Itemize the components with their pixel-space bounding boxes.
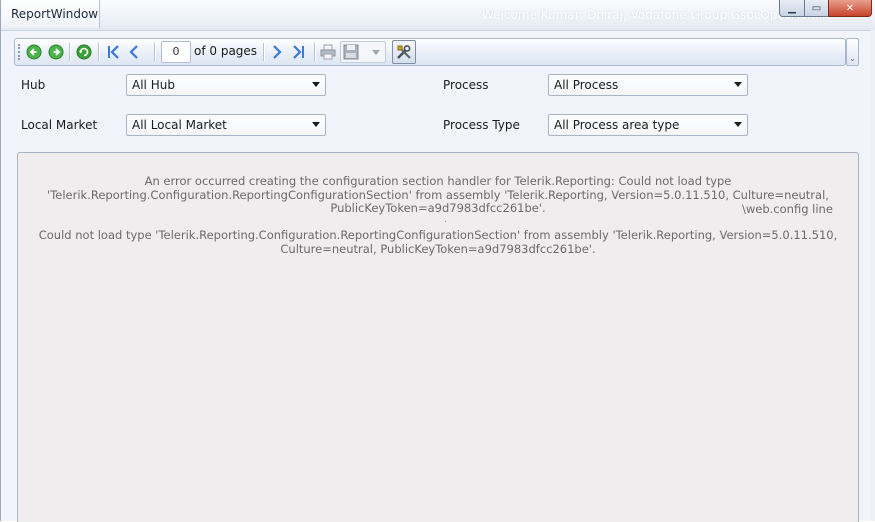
close-button[interactable]: ✕ (828, 0, 872, 17)
process-type-label: Process Type (443, 118, 520, 132)
toolbar-separator (154, 43, 156, 61)
welcome-text: Welcome Kumar, Dhiraj, Vodafone Group Gs… (482, 8, 830, 22)
previous-page-button[interactable] (124, 42, 144, 62)
maximize-icon: ▭ (811, 2, 822, 14)
close-icon: ✕ (845, 2, 855, 14)
maximize-button[interactable]: ▭ (804, 0, 829, 17)
minimize-icon: ▁ (788, 2, 796, 14)
local-market-label: Local Market (21, 118, 98, 132)
refresh-icon (76, 44, 92, 60)
hub-select-value: All Hub (132, 78, 175, 92)
caption-buttons: ▁ ▭ ✕ (779, 0, 872, 18)
toolbar-overflow-button[interactable]: ⌄ (846, 38, 859, 66)
print-button[interactable] (318, 42, 338, 62)
process-label: Process (443, 78, 489, 92)
title-bar[interactable]: ReportWindow Welcome Kumar, Dhiraj, Voda… (1, 0, 875, 31)
error-message: An error occurred creating the configura… (47, 174, 829, 215)
chevron-down-icon (734, 82, 742, 87)
back-icon (26, 44, 42, 60)
hub-select[interactable]: All Hub (126, 74, 326, 96)
previous-page-icon (129, 45, 138, 59)
chevron-down-icon (734, 122, 742, 127)
report-window: ReportWindow Welcome Kumar, Dhiraj, Voda… (0, 0, 875, 522)
first-page-button[interactable] (103, 42, 123, 62)
hub-label: Hub (21, 78, 46, 92)
process-select[interactable]: All Process (548, 74, 748, 96)
toolbar-separator (69, 43, 71, 61)
window-right-edge (871, 30, 875, 521)
error-separator: . (444, 215, 447, 225)
save-icon (343, 44, 359, 60)
window-title: ReportWindow (11, 7, 99, 21)
next-page-button[interactable] (267, 42, 287, 62)
export-dropdown[interactable] (340, 41, 386, 63)
toolbar-separator (98, 43, 100, 61)
local-market-select[interactable]: All Local Market (126, 114, 326, 136)
report-viewer[interactable]: An error occurred creating the configura… (17, 152, 859, 522)
next-page-icon (273, 45, 282, 59)
toolbar-separator (263, 43, 265, 61)
last-page-button[interactable] (289, 42, 309, 62)
page-count-label: of 0 pages (194, 44, 258, 58)
report-toolbar: 0 of 0 pages (14, 38, 846, 66)
chevron-down-icon (312, 82, 320, 87)
process-select-value: All Process (554, 78, 619, 92)
page-number-input[interactable]: 0 (161, 41, 191, 63)
process-type-select-value: All Process area type (554, 118, 680, 132)
first-page-icon (108, 45, 119, 59)
web-config-line: \web.config line (742, 202, 833, 216)
refresh-button[interactable] (74, 42, 94, 62)
local-market-select-value: All Local Market (132, 118, 227, 132)
toolbar-separator (314, 43, 316, 61)
chevron-down-icon: ⌄ (849, 54, 856, 63)
export-dropdown-icon (372, 50, 380, 55)
error-detail: Could not load type 'Telerik.Reporting.C… (38, 228, 838, 256)
print-icon (320, 44, 336, 60)
chevron-down-icon (312, 122, 320, 127)
tools-icon (397, 45, 411, 59)
process-type-select[interactable]: All Process area type (548, 114, 748, 136)
toolbar-grip[interactable] (18, 44, 22, 60)
window-title-tab: ReportWindow (1, 0, 100, 28)
last-page-icon (293, 45, 304, 59)
settings-button[interactable] (392, 40, 416, 64)
minimize-button[interactable]: ▁ (779, 0, 805, 17)
forward-icon (48, 44, 64, 60)
forward-button[interactable] (46, 42, 66, 62)
back-button[interactable] (24, 42, 44, 62)
